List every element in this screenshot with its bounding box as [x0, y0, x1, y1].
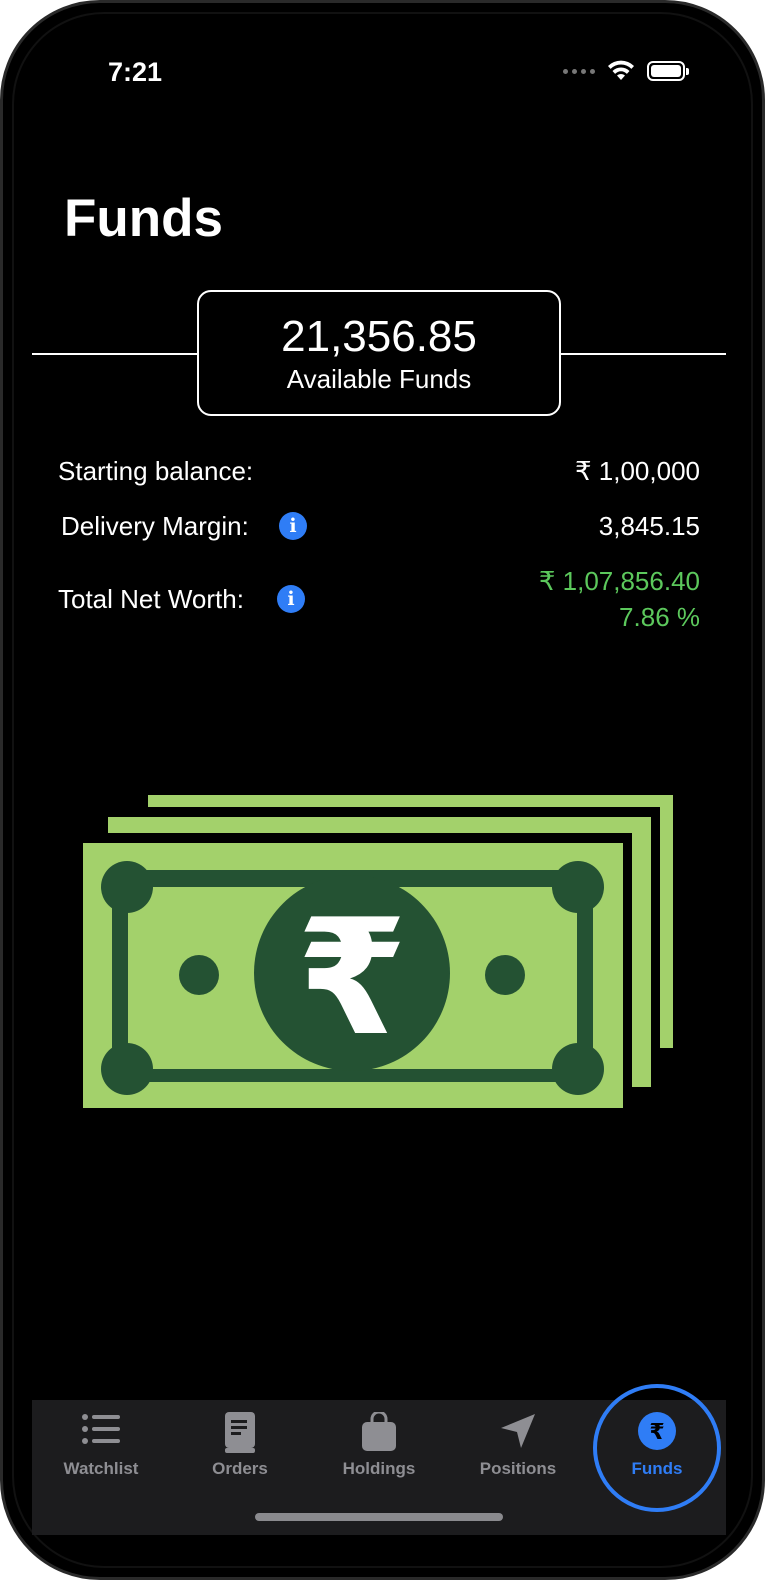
divider-right: [560, 353, 726, 355]
active-tab-highlight-ring: [593, 1384, 721, 1512]
page-title: Funds: [64, 189, 223, 248]
battery-icon: [647, 61, 689, 81]
home-indicator[interactable]: [255, 1513, 503, 1521]
net-worth-info-icon[interactable]: i: [277, 585, 305, 613]
cellular-signal-icon: [563, 68, 595, 74]
available-funds-amount: 21,356.85: [281, 312, 477, 361]
book-icon: [225, 1412, 255, 1453]
tab-orders-label: Orders: [212, 1459, 268, 1478]
tab-watchlist-label: Watchlist: [63, 1459, 139, 1478]
list-icon: [82, 1414, 120, 1444]
starting-balance-value: ₹ 1,00,000: [575, 456, 700, 486]
available-funds-label: Available Funds: [286, 364, 472, 394]
status-icons: [563, 60, 689, 82]
net-worth-label: Total Net Worth:: [58, 584, 244, 614]
net-worth-percent: 7.86 %: [619, 602, 700, 632]
delivery-margin-info-icon[interactable]: i: [279, 512, 307, 540]
status-time: 7:21: [108, 57, 163, 87]
rupee-symbol: ₹: [296, 884, 407, 1071]
starting-balance-label: Starting balance:: [58, 456, 254, 486]
bag-icon: [362, 1412, 396, 1451]
tab-watchlist[interactable]: Watchlist: [32, 1400, 170, 1535]
delivery-margin-value: 3,845.15: [598, 511, 700, 541]
tab-holdings-label: Holdings: [342, 1459, 416, 1478]
net-worth-value: ₹ 1,07,856.40: [538, 566, 700, 596]
location-arrow-icon: [501, 1414, 535, 1448]
available-funds-card: 21,356.85 Available Funds: [197, 290, 561, 416]
divider-left: [32, 353, 198, 355]
rupee-banknotes-illustration: ₹: [83, 795, 673, 1108]
delivery-margin-label: Delivery Margin:: [61, 511, 249, 541]
tab-positions-label: Positions: [479, 1459, 557, 1478]
wifi-icon: [608, 60, 634, 80]
